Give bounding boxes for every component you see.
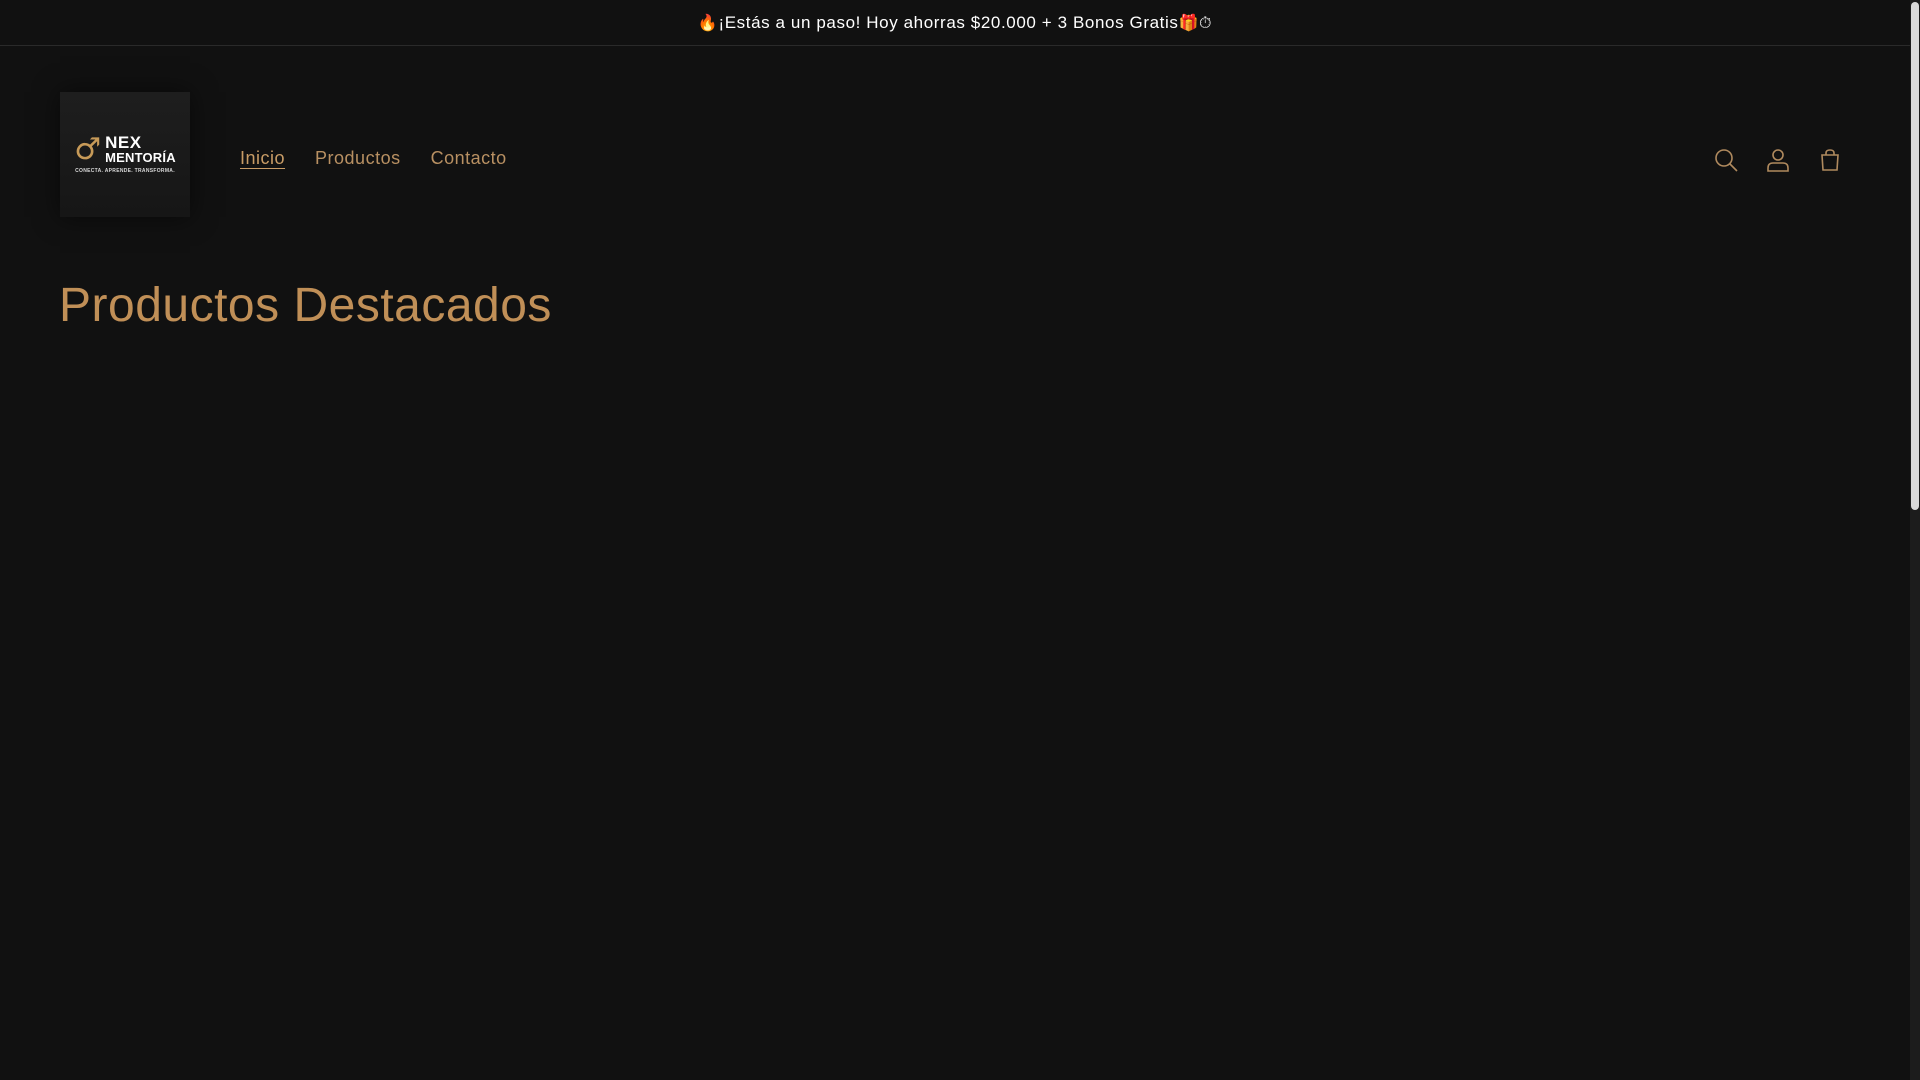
account-button[interactable] (1752, 138, 1804, 182)
gift-timer-icon: 🎁⏱ (1178, 12, 1213, 32)
page-title: Productos Destacados (59, 279, 552, 332)
logo-tagline: CONECTA. APRENDE. TRANSFORMA. (75, 168, 175, 174)
site-header: ♂ NEX MENTORÍA CONECTA. APRENDE. TRANSFO… (0, 46, 1910, 266)
logo-line1: NEX (105, 133, 142, 152)
male-symbol-icon: ♂ (74, 132, 102, 167)
scrollbar-thumb[interactable] (1911, 2, 1919, 510)
cart-button[interactable] (1804, 138, 1856, 182)
logo-line2: MENTORÍA (105, 150, 176, 165)
announcement-bar: 🔥 ¡Estás a un paso! Hoy ahorras $20.000 … (0, 0, 1910, 46)
page: 🔥 ¡Estás a un paso! Hoy ahorras $20.000 … (0, 0, 1910, 1080)
search-button[interactable] (1700, 138, 1752, 182)
nav-link-contacto[interactable]: Contacto (416, 146, 522, 170)
search-icon (1715, 149, 1738, 172)
header-icons (1700, 138, 1856, 182)
scrollbar[interactable] (1910, 0, 1920, 1080)
cart-icon (1821, 149, 1839, 171)
announcement-text: ¡Estás a un paso! Hoy ahorras $20.000 + … (718, 12, 1179, 32)
main-nav: Inicio Productos Contacto (225, 146, 522, 170)
logo-wordmark: NEX MENTORÍA (105, 133, 176, 165)
account-icon (1767, 149, 1789, 172)
logo-mark: ♂ NEX MENTORÍA (74, 132, 176, 167)
logo[interactable]: ♂ NEX MENTORÍA CONECTA. APRENDE. TRANSFO… (60, 92, 190, 217)
nav-link-inicio[interactable]: Inicio (225, 146, 300, 170)
fire-icon: 🔥 (697, 13, 719, 32)
nav-link-productos[interactable]: Productos (300, 146, 416, 170)
